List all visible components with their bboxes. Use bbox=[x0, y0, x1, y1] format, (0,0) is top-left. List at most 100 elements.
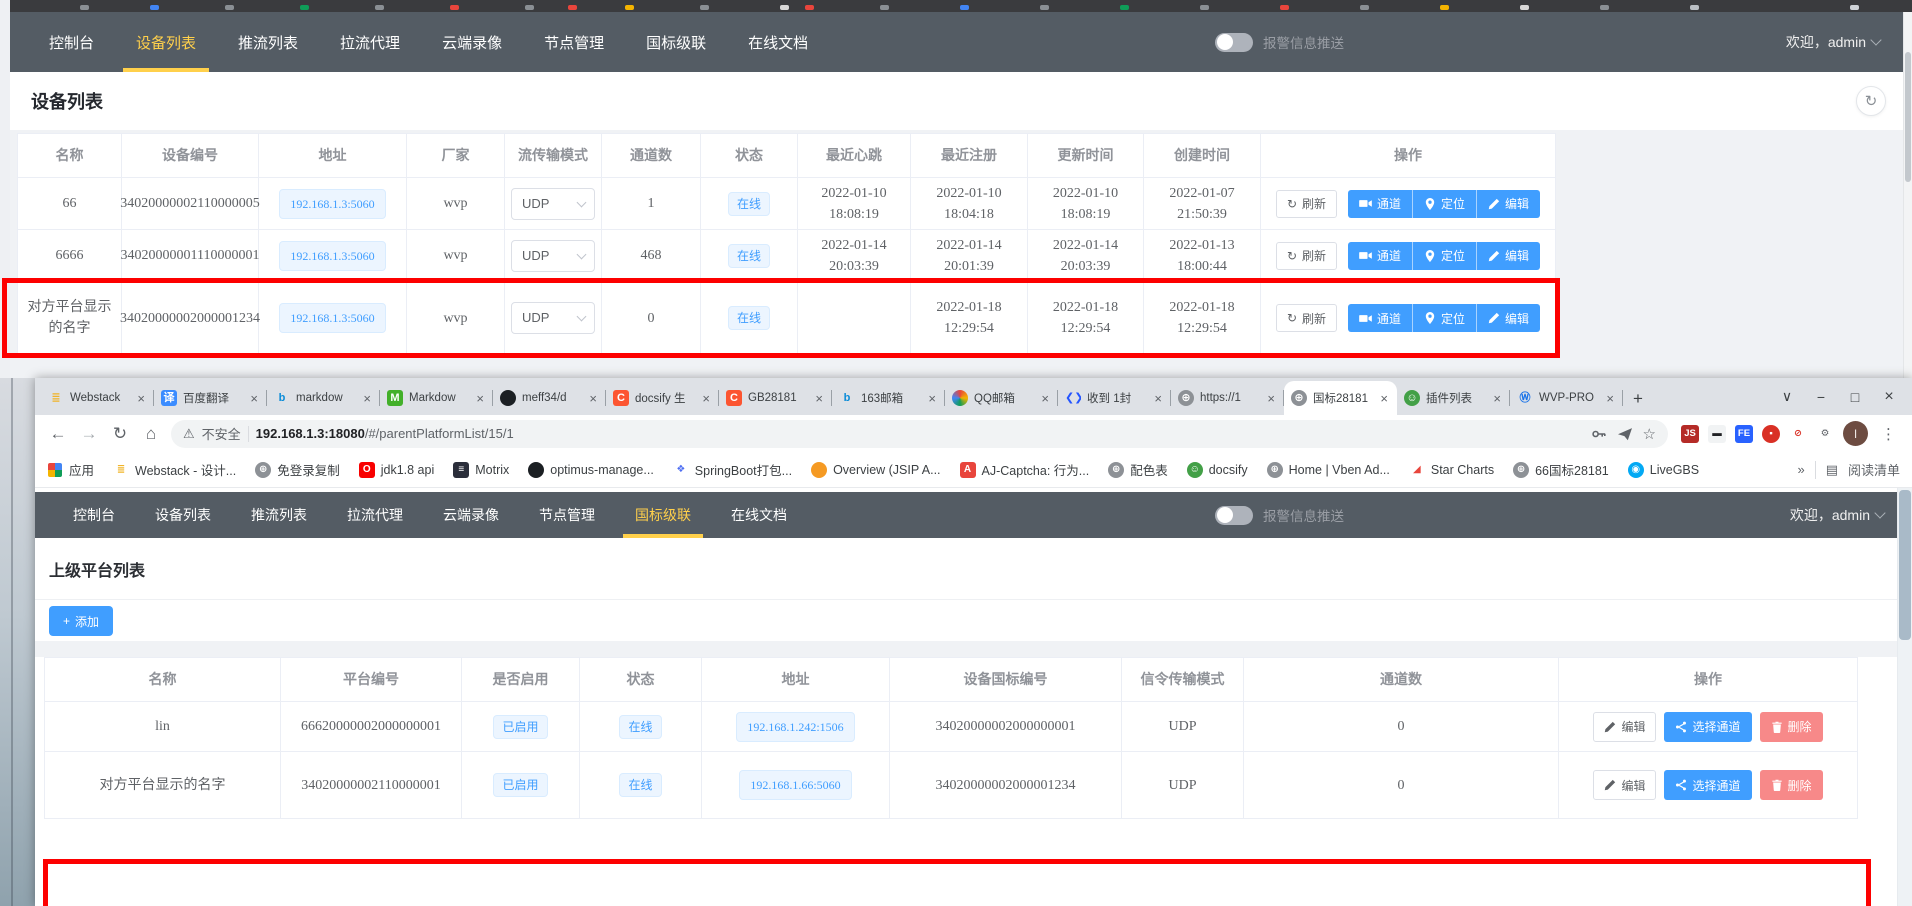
bookmark-item[interactable]: ≣Webstack - 设计... bbox=[113, 460, 236, 479]
extension-icon[interactable]: ▪ bbox=[1762, 425, 1780, 443]
maximize-button[interactable]: □ bbox=[1838, 378, 1872, 415]
nav-tab[interactable]: 云端录像 bbox=[421, 12, 523, 72]
extension-icon[interactable]: ⊘ bbox=[1789, 425, 1807, 443]
browser-tab[interactable]: 译百度翻译× bbox=[154, 381, 267, 415]
tab-close-icon[interactable]: × bbox=[926, 391, 938, 406]
tab-close-icon[interactable]: × bbox=[1152, 391, 1164, 406]
tab-close-icon[interactable]: × bbox=[1039, 391, 1051, 406]
tab-close-icon[interactable]: × bbox=[474, 391, 486, 406]
nav-tab[interactable]: 云端录像 bbox=[423, 492, 519, 538]
browser-tab[interactable]: MMarkdow× bbox=[380, 381, 493, 415]
tab-close-icon[interactable]: × bbox=[700, 391, 712, 406]
bookmark-item[interactable]: ⊕66国标28181 bbox=[1513, 460, 1609, 479]
browser-tab[interactable]: ☺插件列表× bbox=[1397, 381, 1510, 415]
browser-tab[interactable]: ❮❯收到 1封× bbox=[1058, 381, 1171, 415]
browser-menu-icon[interactable]: ⋮ bbox=[1877, 425, 1900, 443]
tab-close-icon[interactable]: × bbox=[587, 391, 599, 406]
add-platform-button[interactable]: + 添加 bbox=[49, 606, 113, 636]
url-field[interactable]: ⚠ 不安全 192.168.1.3:18080/#/parentPlatform… bbox=[171, 420, 1668, 448]
bookmark-item[interactable]: AAJ-Captcha: 行为... bbox=[960, 460, 1090, 479]
user-menu[interactable]: 欢迎，admin bbox=[1786, 12, 1880, 72]
browser-tab[interactable]: ⊕https://1× bbox=[1171, 381, 1284, 415]
nav-tab[interactable]: 拉流代理 bbox=[319, 12, 421, 72]
browser-tab[interactable]: meff34/d× bbox=[493, 381, 606, 415]
tab-close-icon[interactable]: × bbox=[1604, 391, 1616, 406]
tab-close-icon[interactable]: × bbox=[248, 391, 260, 406]
bookmark-item[interactable]: ≡Motrix bbox=[453, 462, 509, 478]
refresh-icon[interactable]: ↻ bbox=[1856, 86, 1886, 116]
nav-tab[interactable]: 控制台 bbox=[28, 12, 115, 72]
nav-tab[interactable]: 国标级联 bbox=[615, 492, 711, 538]
address-tag[interactable]: 192.168.1.66:5060 bbox=[739, 770, 851, 800]
extension-icon[interactable]: ▬ bbox=[1708, 425, 1726, 443]
stream-mode-select[interactable]: UDP bbox=[511, 240, 595, 272]
bookmarks-overflow-icon[interactable]: » bbox=[1797, 462, 1804, 477]
tab-close-icon[interactable]: × bbox=[1265, 391, 1277, 406]
nav-tab[interactable]: 拉流代理 bbox=[327, 492, 423, 538]
bookmark-item[interactable]: ⊕免登录复制 bbox=[255, 460, 340, 479]
refresh-button[interactable]: ↻刷新 bbox=[1276, 242, 1337, 270]
delete-button[interactable]: 删除 bbox=[1760, 712, 1823, 742]
browser-tab[interactable]: bmarkdow× bbox=[267, 381, 380, 415]
nav-tab[interactable]: 节点管理 bbox=[523, 12, 625, 72]
select-channel-button[interactable]: 选择通道 bbox=[1664, 712, 1751, 742]
tab-search-chevron-icon[interactable]: ∨ bbox=[1770, 378, 1804, 415]
scrollbar[interactable] bbox=[1903, 12, 1912, 378]
bookmark-item[interactable]: ⊕配色表 bbox=[1108, 460, 1168, 479]
bookmark-item[interactable]: ◢Star Charts bbox=[1409, 462, 1494, 478]
nav-tab[interactable]: 在线文档 bbox=[711, 492, 807, 538]
address-tag[interactable]: 192.168.1.3:5060 bbox=[279, 189, 385, 219]
alarm-push-toggle[interactable] bbox=[1215, 506, 1253, 525]
bookmark-item[interactable]: Ojdk1.8 api bbox=[359, 462, 435, 478]
avatar[interactable]: I bbox=[1843, 421, 1868, 446]
new-tab-button[interactable]: + bbox=[1623, 389, 1653, 415]
bookmark-item[interactable]: 应用 bbox=[47, 460, 94, 479]
locate-button[interactable]: 定位 bbox=[1413, 242, 1477, 270]
reading-list-button[interactable]: 阅读清单 bbox=[1848, 460, 1900, 479]
alarm-push-toggle[interactable] bbox=[1215, 33, 1253, 52]
extension-icon[interactable]: JS bbox=[1681, 425, 1699, 443]
edit-button[interactable]: 编辑 bbox=[1477, 242, 1540, 270]
address-tag[interactable]: 192.168.1.242:1506 bbox=[736, 712, 854, 742]
reload-button[interactable]: ↻ bbox=[109, 424, 131, 444]
send-icon[interactable] bbox=[1617, 426, 1633, 442]
extension-icon[interactable]: ⚙ bbox=[1816, 425, 1834, 443]
channel-button[interactable]: 通道 bbox=[1348, 190, 1413, 218]
edit-button[interactable]: 编辑 bbox=[1593, 770, 1656, 800]
user-menu[interactable]: 欢迎，admin bbox=[1790, 492, 1884, 538]
nav-tab[interactable]: 推流列表 bbox=[217, 12, 319, 72]
browser-tab[interactable]: CGB28181× bbox=[719, 381, 832, 415]
browser-tab[interactable]: QQ邮箱× bbox=[945, 381, 1058, 415]
bookmark-item[interactable]: ◉LiveGBS bbox=[1628, 462, 1699, 478]
edit-button[interactable]: 编辑 bbox=[1477, 190, 1540, 218]
browser-tab[interactable]: ≣Webstack× bbox=[41, 381, 154, 415]
key-icon[interactable] bbox=[1591, 426, 1607, 442]
browser-tab[interactable]: ⓌWVP-PRO× bbox=[1510, 381, 1623, 415]
stream-mode-select[interactable]: UDP bbox=[511, 188, 595, 220]
channel-button[interactable]: 通道 bbox=[1348, 242, 1413, 270]
nav-tab[interactable]: 控制台 bbox=[53, 492, 135, 538]
tab-close-icon[interactable]: × bbox=[1491, 391, 1503, 406]
security-label[interactable]: 不安全 bbox=[202, 424, 241, 443]
edit-button[interactable]: 编辑 bbox=[1593, 712, 1656, 742]
browser-tab[interactable]: ⊕国标28181× bbox=[1284, 381, 1397, 415]
minimize-button[interactable]: − bbox=[1804, 378, 1838, 415]
bookmark-item[interactable]: ⊕Home | Vben Ad... bbox=[1267, 462, 1390, 478]
back-button[interactable]: ← bbox=[47, 424, 69, 444]
bookmark-item[interactable]: Overview (JSIP A... bbox=[811, 462, 940, 478]
address-tag[interactable]: 192.168.1.3:5060 bbox=[279, 241, 385, 271]
scrollbar[interactable] bbox=[1897, 488, 1912, 906]
tab-close-icon[interactable]: × bbox=[813, 391, 825, 406]
bookmark-item[interactable]: optimus-manage... bbox=[528, 462, 654, 478]
close-button[interactable]: × bbox=[1872, 378, 1906, 415]
nav-tab[interactable]: 在线文档 bbox=[727, 12, 829, 72]
star-icon[interactable]: ☆ bbox=[1643, 425, 1656, 443]
delete-button[interactable]: 删除 bbox=[1760, 770, 1823, 800]
tab-close-icon[interactable]: × bbox=[1378, 391, 1390, 406]
home-button[interactable]: ⌂ bbox=[140, 424, 162, 444]
nav-tab[interactable]: 推流列表 bbox=[231, 492, 327, 538]
bookmark-item[interactable]: ☺docsify bbox=[1187, 462, 1248, 478]
tab-close-icon[interactable]: × bbox=[361, 391, 373, 406]
browser-tab[interactable]: Cdocsify 生× bbox=[606, 381, 719, 415]
locate-button[interactable]: 定位 bbox=[1413, 190, 1477, 218]
